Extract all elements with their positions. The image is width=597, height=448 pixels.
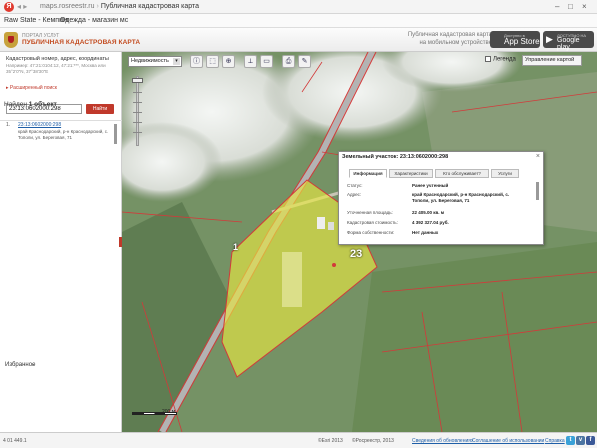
expand-arrow-icon[interactable]: ▸ (32, 362, 35, 368)
app-store-button[interactable]: Доступно в App Store (490, 31, 540, 48)
portal-title[interactable]: ПУБЛИЧНАЯ КАДАСТРОВАЯ КАРТА (22, 39, 140, 46)
footer-link-agreement[interactable]: Соглашение об использовании (472, 438, 544, 444)
map-canvas[interactable]: Недвижимость ▾ ⓘ ⬚ ⊕ ⟂ ▭ ⎙ ✎ Легенда Упр… (122, 52, 597, 432)
found-count-value: 1 объект (28, 101, 57, 108)
browser-logo-icon: Я (4, 2, 14, 12)
advanced-search-label: Расширенный поиск (9, 85, 57, 91)
mobile-promo-line: на мобильном устройстве (419, 40, 492, 46)
google-play-label: Google play (557, 37, 580, 51)
google-play-button[interactable]: ▶ ДОСТУПНО НА Google play (543, 31, 594, 51)
search-panel: Кадастровый номер, адрес, координаты Нап… (0, 52, 123, 432)
maximize-icon[interactable]: □ (568, 2, 573, 11)
tab-information[interactable]: Информация (349, 169, 387, 178)
mobile-promo: Публичная кадастровая карта на мобильном… (388, 31, 492, 47)
found-prefix: Найден (4, 101, 27, 108)
vk-icon[interactable]: v (576, 436, 585, 445)
browser-toolbar: Я ◂ ▸ maps.rosreestr.ru › Публичная кадаст… (0, 0, 597, 14)
info-icon[interactable]: ⓘ (190, 55, 203, 68)
marker-label: 23 (350, 248, 363, 260)
layer-select-value: Недвижимость (131, 58, 169, 64)
zoom-tick (133, 92, 142, 93)
ruler-icon[interactable]: ▭ (260, 55, 273, 68)
parcel-info-popup: Земельный участок: 23:13:0602000:298 × И… (338, 151, 544, 245)
coat-of-arms-icon[interactable] (4, 32, 18, 48)
nav-arrows-icon[interactable]: ◂ ▸ (17, 2, 27, 11)
legend-toggle[interactable]: Легенда (485, 56, 516, 63)
twitter-icon[interactable]: t (566, 436, 575, 445)
divider (0, 120, 122, 121)
result-number: 1. (6, 122, 11, 128)
favorites-toggle[interactable]: Избранное (5, 362, 35, 368)
facebook-icon[interactable]: f (586, 436, 595, 445)
zoom-tick (133, 102, 142, 103)
popup-scrollbar[interactable] (536, 182, 539, 200)
zoom-tick (133, 122, 142, 123)
row-value: Нет данных (412, 230, 439, 235)
result-address: край Краснодарский, р-н Краснодарский, с… (18, 129, 109, 140)
status-bar: 4 01 449.1 ©Esri 2013 ©Росреестр, 2013 С… (0, 432, 597, 448)
address-bar[interactable]: maps.rosreestr.ru › Публичная кадастровая … (40, 3, 199, 10)
zoom-slider[interactable] (136, 76, 139, 146)
app-store-label: App Store (504, 37, 540, 46)
row-label: Статус: (347, 183, 363, 188)
row-value: 4 392 327.04 руб. (412, 220, 449, 225)
url-text: maps.rosreestr.ru (40, 3, 95, 10)
search-title: Кадастровый номер, адрес, координаты (6, 56, 109, 62)
bookmark-item[interactable]: Одежда - магазин мс (60, 17, 128, 24)
parcel-label: 1 (233, 242, 239, 252)
tab-services[interactable]: Услуги (491, 169, 519, 178)
tab-who-serves[interactable]: Кто обслуживает? (435, 169, 489, 178)
advanced-search-link[interactable]: ▸ Расширенный поиск (6, 85, 57, 91)
row-label: Уточненная площадь: (347, 210, 393, 215)
select-area-icon[interactable]: ⬚ (206, 55, 219, 68)
draw-icon[interactable]: ✎ (298, 55, 311, 68)
zoom-tick (133, 132, 142, 133)
search-button[interactable]: Найти (86, 104, 114, 114)
map-control-label: Управление картой (525, 57, 575, 63)
footer-link-help[interactable]: Справка (545, 438, 565, 444)
found-count: Найден 1 объект (4, 101, 57, 108)
copyright-rosreestr: ©Росреестр, 2013 (352, 438, 394, 444)
print-icon[interactable]: ⎙ (282, 55, 295, 68)
zoom-tick (133, 112, 142, 113)
result-cadastral-link[interactable]: 23:13:0602000:298 (18, 122, 61, 128)
row-value: Ранее учтенный (412, 183, 449, 188)
bookmarks-bar: Raw State - Кемпинг Одежда - магазин мс (0, 14, 597, 28)
zoom-handle[interactable] (132, 78, 143, 83)
row-label: Кадастровая стоимость: (347, 220, 398, 225)
layer-select[interactable]: Недвижимость ▾ (128, 56, 182, 67)
popup-title: Земельный участок: 23:13:0602000:298 (342, 154, 449, 160)
copyright-esri: ©Esri 2013 (318, 438, 343, 444)
checkbox-icon[interactable] (485, 56, 491, 62)
mobile-promo-line: Публичная кадастровая карта (407, 32, 492, 38)
close-icon[interactable]: × (536, 153, 540, 160)
minimize-icon[interactable]: – (555, 2, 559, 11)
play-icon: ▶ (546, 34, 553, 44)
chevron-down-icon: ▾ (173, 58, 180, 65)
row-label: Форма собственности: (347, 230, 395, 235)
measure-icon[interactable]: ⟂ (244, 55, 257, 68)
scale-label: 200 м (162, 409, 176, 415)
row-value: край Краснодарский, р-н Краснодарский, с… (412, 192, 510, 203)
footer-link-updates[interactable]: Сведения об обновлениях (412, 438, 473, 444)
map-control-menu[interactable]: Управление картой (522, 55, 582, 66)
legend-label: Легенда (493, 56, 516, 63)
portal-header: ПОРТАЛ УСЛУГ ПУБЛИЧНАЯ КАДАСТРОВАЯ КАРТА… (0, 28, 597, 52)
row-value: 22 405.00 кв. м (412, 210, 445, 215)
tab-characteristics[interactable]: Характеристики (389, 169, 433, 178)
row-label: Адрес: (347, 192, 362, 197)
results-scrollbar[interactable] (114, 124, 117, 144)
search-example: Например: 47:21:0104:12, 47:21:***, Моск… (6, 63, 106, 74)
coordinates-readout: 4 01 449.1 (3, 438, 27, 444)
close-window-icon[interactable]: × (582, 2, 587, 11)
identify-icon[interactable]: ⊕ (222, 55, 235, 68)
page-title-text: Публичная кадастровая карта (100, 3, 199, 10)
